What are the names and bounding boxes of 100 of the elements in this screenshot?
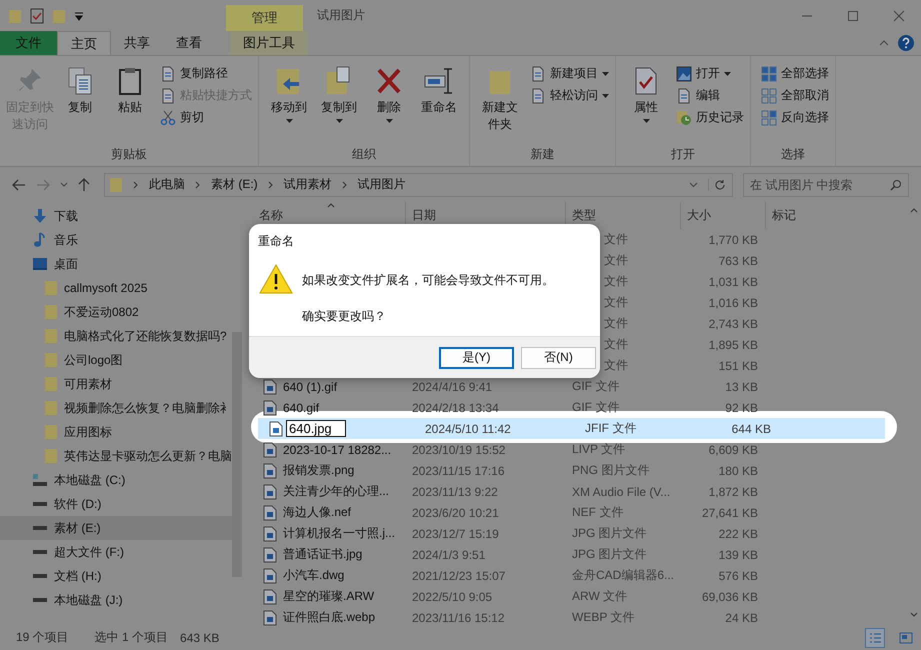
nav-label: 公司logo图 xyxy=(64,352,123,368)
file-row[interactable]: 海边人像.nef 2023/6/20 10:21 NEF 文件 27,641 KB xyxy=(245,502,907,523)
nav-item[interactable]: callmysoft 2025 xyxy=(0,276,232,300)
chevron-icon xyxy=(268,180,274,188)
help-icon[interactable] xyxy=(897,34,915,52)
table-cell-text: 2023/11/16 15:12 xyxy=(411,610,506,626)
scroll-up-icon[interactable] xyxy=(910,208,918,213)
nav-item[interactable]: 文档 (H:) xyxy=(0,564,232,588)
search-field[interactable]: 在 试用图片 中搜索 xyxy=(743,172,909,196)
file-row[interactable]: 计算机报名一寸照.j... 2023/12/7 15:19 JPG 图片文件 222 KB xyxy=(245,523,907,544)
file-row[interactable]: 证件照白底.webp 2023/11/16 15:12 WEBP 文件 24 KB xyxy=(245,607,907,628)
up-icon[interactable] xyxy=(78,178,90,192)
forward-icon[interactable] xyxy=(36,178,50,190)
nav-item[interactable]: 公司logo图 xyxy=(0,348,232,372)
file-row[interactable]: 关注青少年的心理... 2023/11/13 9:22 XM Audio File (V... 1,872 KB xyxy=(245,481,907,502)
nav-item[interactable]: 素材 (E:) xyxy=(0,516,232,540)
breadcrumb[interactable]: 试用素材 xyxy=(284,176,332,193)
nav-label: 桌面 xyxy=(54,256,78,272)
document-icon xyxy=(160,66,176,82)
breadcrumb[interactable]: 试用图片 xyxy=(358,176,406,193)
file-row[interactable]: 报销发票.png 2023/11/15 17:16 PNG 图片文件 180 KB xyxy=(245,460,907,481)
ribbon-button[interactable]: 新建项目 xyxy=(530,64,609,83)
nav-label: 视频删除怎么恢复？电脑删除衤 xyxy=(64,400,232,416)
nav-item[interactable]: 下载 xyxy=(0,204,232,228)
file-row[interactable]: 小汽车.dwg 2021/12/23 15:07 金舟CAD编辑器6... 576 KB xyxy=(245,565,907,586)
file-row[interactable]: 640.gif 2024/2/18 13:34 GIF 文件 92 KB xyxy=(245,397,907,418)
ribbon-button[interactable]: 反向选择 xyxy=(761,108,829,127)
ribbon-button[interactable]: 全部选择 xyxy=(761,64,829,83)
table-cell-text: 576 KB xyxy=(718,568,759,584)
nav-item[interactable]: 超大文件 (F:) xyxy=(0,540,232,564)
ribbon-button[interactable]: 复制路径 xyxy=(160,64,252,83)
nav-item[interactable]: 不爱运动0802 xyxy=(0,300,232,324)
maximize-icon[interactable] xyxy=(847,10,859,22)
nav-item[interactable]: 应用图标 xyxy=(0,420,232,444)
checklist-icon[interactable] xyxy=(30,8,44,24)
nav-item[interactable]: 桌面 xyxy=(0,252,232,276)
column-header[interactable]: 大小 xyxy=(681,202,766,229)
address-bar[interactable]: 此电脑 素材 (E:) 试用素材 试用图片 xyxy=(104,172,733,196)
file-name: 星空的璀璨.ARW xyxy=(283,588,374,605)
table-cell-text: JPG 图片文件 xyxy=(571,546,648,563)
ribbon-tab[interactable]: 文件 xyxy=(0,31,57,55)
nav-item[interactable]: 本地磁盘 (C:) xyxy=(0,468,232,492)
nav-item[interactable]: 软件 (D:) xyxy=(0,492,232,516)
collapse-ribbon-icon[interactable] xyxy=(879,39,889,47)
ribbon-tab[interactable]: 共享 xyxy=(111,31,163,55)
ribbon-button[interactable]: 编辑 xyxy=(676,86,744,105)
nav-label: callmysoft 2025 xyxy=(64,281,148,295)
nav-label: 素材 (E:) xyxy=(54,520,101,536)
rename-field[interactable]: 640.jpg xyxy=(286,420,346,437)
ribbon-tab[interactable]: 主页 xyxy=(57,31,111,55)
nav-item[interactable]: 电脑格式化了还能恢复数据吗? xyxy=(0,324,232,348)
breadcrumb[interactable]: 素材 (E:) xyxy=(211,176,258,193)
file-icon xyxy=(263,400,277,416)
column-header[interactable]: 标记 xyxy=(766,202,866,229)
dropdown-icon[interactable] xyxy=(689,182,698,188)
file-row[interactable]: 普通话证书.jpg 2024/1/3 9:51 JPG 图片文件 139 KB xyxy=(245,544,907,565)
ribbon-button[interactable]: 全部取消 xyxy=(761,86,829,105)
ribbon-button[interactable]: 删除 xyxy=(365,60,413,146)
ribbon-tab[interactable]: 查看 xyxy=(163,31,215,55)
nav-item[interactable]: 视频删除怎么恢复？电脑删除衤 xyxy=(0,396,232,420)
ribbon-button[interactable]: 剪切 xyxy=(160,108,252,127)
table-cell-text: 1,031 KB xyxy=(708,274,759,290)
breadcrumb[interactable]: 此电脑 xyxy=(149,176,185,193)
system-drive-icon xyxy=(32,472,48,488)
ribbon-button[interactable]: 历史记录 xyxy=(676,108,744,127)
file-row[interactable]: 2023-10-17 18282... 2023/10/19 15:52 LIVP 文件 6,609 KB xyxy=(245,439,907,460)
ribbon-button[interactable]: 复制 xyxy=(56,60,104,146)
close-icon[interactable] xyxy=(893,10,905,22)
ribbon-tab[interactable]: 图片工具 xyxy=(230,31,308,55)
ribbon-button[interactable]: 打开 xyxy=(676,64,744,83)
dropdown-icon xyxy=(642,119,650,124)
file-row[interactable]: 640 (1).gif 2024/4/16 9:41 GIF 文件 13 KB xyxy=(245,376,907,397)
dialog-button[interactable]: 是(Y) xyxy=(439,346,514,368)
nav-item[interactable]: 本地磁盘 (J:) xyxy=(0,588,232,612)
ribbon-button[interactable]: 属性 xyxy=(622,60,670,146)
ribbon-button[interactable]: 复制到 xyxy=(315,60,363,146)
table-cell-text: 文件 xyxy=(603,315,629,332)
dialog-button[interactable]: 否(N) xyxy=(521,346,596,368)
ribbon-button[interactable]: 移动到 xyxy=(265,60,313,146)
nav-label: 电脑格式化了还能恢复数据吗? xyxy=(64,328,227,344)
nav-item[interactable]: 可用素材 xyxy=(0,372,232,396)
nav-item[interactable]: 英伟达显卡驱动怎么更新？电脑 xyxy=(0,444,232,468)
ribbon-button[interactable]: 重命名 xyxy=(415,60,463,146)
ribbon-button[interactable]: 粘贴 xyxy=(106,60,154,146)
nav-item[interactable]: 音乐 xyxy=(0,228,232,252)
ribbon-button[interactable]: 新建文件夹 xyxy=(476,60,524,146)
file-icon xyxy=(263,442,277,458)
dropdown-icon[interactable] xyxy=(74,10,84,20)
table-cell-text: 文件 xyxy=(603,273,629,290)
file-row[interactable]: 640.jpg 2024/5/10 11:42 JFIF 文件 644 KB xyxy=(258,418,885,439)
file-row[interactable]: 星空的璀璨.ARW 2022/5/10 9:05 ARW 文件 69,036 KB xyxy=(245,586,907,607)
scroll-down-icon[interactable] xyxy=(910,612,918,617)
table-cell-text: 2023/11/13 9:22 xyxy=(411,484,499,500)
ribbon-button[interactable]: 轻松访问 xyxy=(530,86,609,105)
recent-caret-icon[interactable] xyxy=(60,182,68,188)
back-icon[interactable] xyxy=(12,178,26,190)
refresh-icon[interactable] xyxy=(708,178,726,190)
document-icon xyxy=(530,66,546,82)
warning-icon xyxy=(259,264,293,294)
details-view-icon[interactable] xyxy=(865,628,885,648)
